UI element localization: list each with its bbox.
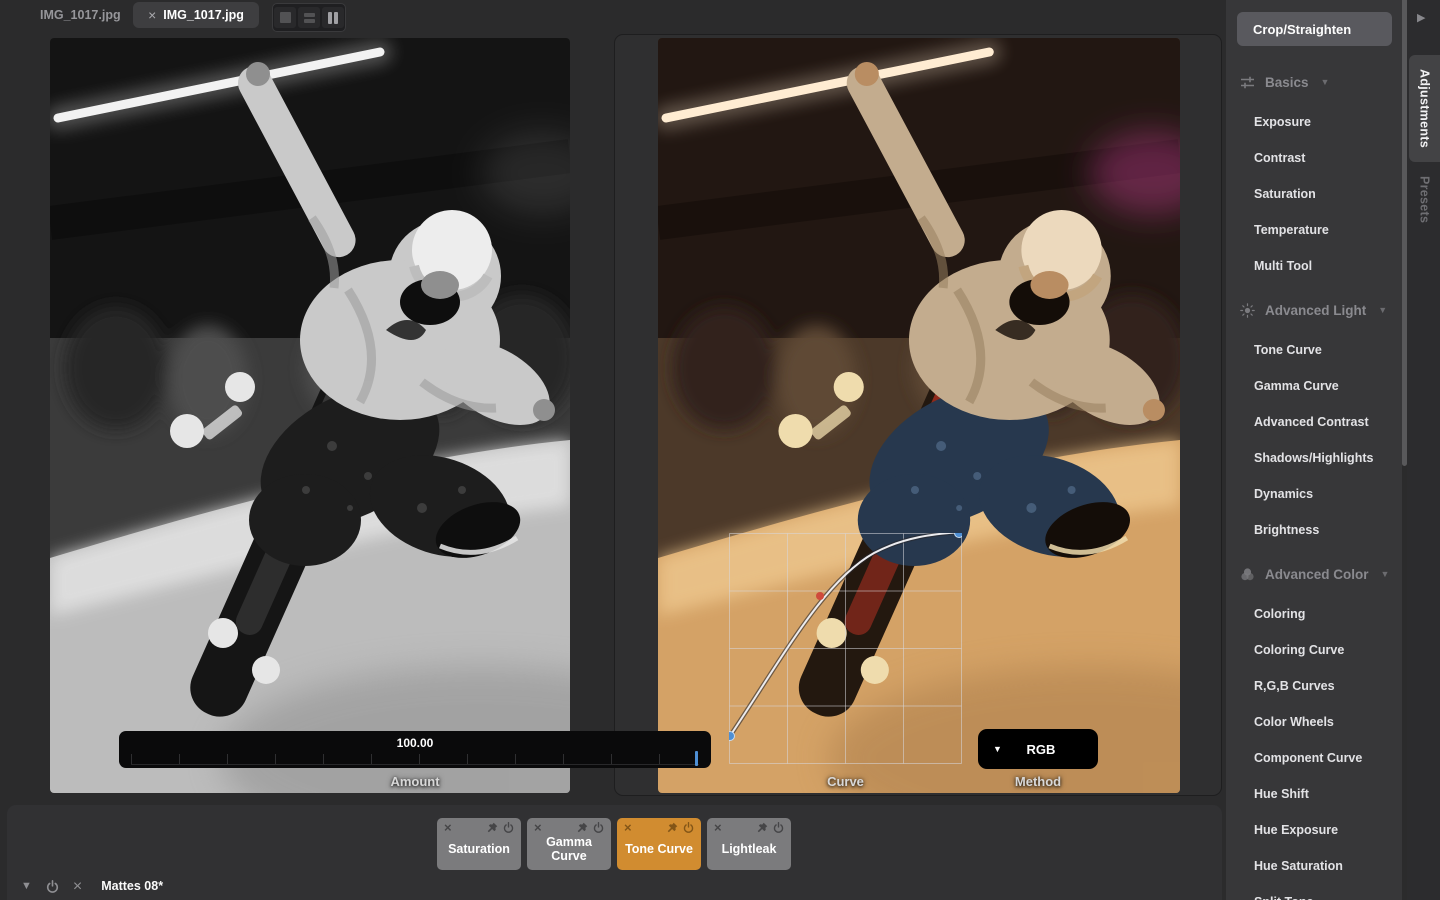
remove-filter-icon[interactable]: × — [624, 822, 632, 833]
sidebar-item-hue-saturation[interactable]: Hue Saturation — [1254, 858, 1402, 874]
preset-name: Mattes 08* — [101, 879, 163, 893]
pin-icon[interactable] — [577, 822, 588, 833]
sidebar-item-dynamics[interactable]: Dynamics — [1254, 486, 1402, 502]
pin-icon[interactable] — [667, 822, 678, 833]
filter-tiles: × Saturation × Gamma Curve × T — [437, 818, 791, 870]
tab-adjustments-label: Adjustments — [1418, 69, 1432, 148]
before-image — [50, 38, 570, 793]
sidebar-item-rgb-curves[interactable]: R,G,B Curves — [1254, 678, 1402, 694]
method-value: RGB — [1002, 742, 1080, 757]
sidebar-item-shadows-highlights[interactable]: Shadows/Highlights — [1254, 450, 1402, 466]
pin-icon[interactable] — [487, 822, 498, 833]
split-vertical-view-button[interactable] — [322, 7, 344, 28]
section-label: Advanced Color — [1265, 567, 1369, 582]
amount-slider[interactable]: 100.00 — [119, 731, 711, 768]
sidebar-item-brightness[interactable]: Brightness — [1254, 522, 1402, 538]
filter-tile-saturation[interactable]: × Saturation — [437, 818, 521, 870]
sidebar-item-advanced-contrast[interactable]: Advanced Contrast — [1254, 414, 1402, 430]
tab-presets-label: Presets — [1418, 176, 1432, 223]
remove-filter-icon[interactable]: × — [714, 822, 722, 833]
filter-tile-tone-curve[interactable]: × Tone Curve — [617, 818, 701, 870]
sidebar-item-color-wheels[interactable]: Color Wheels — [1254, 714, 1402, 730]
chevron-down-icon: ▼ — [993, 744, 1002, 754]
method-dropdown[interactable]: ▼ RGB — [978, 729, 1098, 769]
close-tab-icon[interactable]: × — [148, 8, 156, 22]
pin-icon[interactable] — [757, 822, 768, 833]
crop-straighten-button[interactable]: Crop/Straighten — [1237, 12, 1392, 46]
method-label: Method — [978, 774, 1098, 789]
tab-presets[interactable]: Presets — [1409, 170, 1440, 230]
power-icon[interactable] — [593, 822, 604, 833]
single-view-icon — [280, 12, 291, 23]
amount-marker[interactable] — [695, 751, 698, 766]
power-icon[interactable] — [773, 822, 784, 833]
chevron-down-icon: ▼ — [1319, 77, 1330, 87]
filter-tile-label: Lightleak — [714, 833, 784, 865]
power-icon[interactable] — [46, 880, 59, 893]
filter-tile-label: Gamma Curve — [534, 833, 604, 865]
tone-curve-editor[interactable] — [729, 533, 962, 765]
split-vertical-icon — [328, 12, 338, 24]
amount-label: Amount — [119, 774, 711, 789]
remove-filter-icon[interactable]: × — [444, 822, 452, 833]
adjustments-sidebar: Crop/Straighten Basics ▼ Exposure Contra… — [1226, 0, 1402, 900]
sidebar-item-coloring[interactable]: Coloring — [1254, 606, 1402, 622]
curve-point-shadow — [729, 732, 735, 741]
split-horizontal-icon — [304, 13, 315, 23]
curve-label: Curve — [729, 774, 962, 789]
sidebar-item-coloring-curve[interactable]: Coloring Curve — [1254, 642, 1402, 658]
sidebar-item-exposure[interactable]: Exposure — [1254, 114, 1402, 130]
chevron-down-icon: ▼ — [1376, 305, 1387, 315]
split-horizontal-view-button[interactable] — [298, 7, 320, 28]
sliders-icon — [1240, 75, 1255, 90]
amount-ruler — [131, 754, 699, 765]
sidebar-item-hue-exposure[interactable]: Hue Exposure — [1254, 822, 1402, 838]
active-tab[interactable]: × IMG_1017.jpg — [133, 2, 259, 28]
filter-tile-label: Tone Curve — [624, 833, 694, 865]
sidebar-item-gamma-curve[interactable]: Gamma Curve — [1254, 378, 1402, 394]
sidebar-item-temperature[interactable]: Temperature — [1254, 222, 1402, 238]
sidebar-item-split-tone[interactable]: Split Tone — [1254, 894, 1402, 900]
filter-tile-gamma-curve[interactable]: × Gamma Curve — [527, 818, 611, 870]
after-image — [658, 38, 1180, 793]
sidebar-item-hue-shift[interactable]: Hue Shift — [1254, 786, 1402, 802]
sidebar-item-contrast[interactable]: Contrast — [1254, 150, 1402, 166]
chevron-down-icon: ▼ — [1379, 569, 1390, 579]
sidebar-item-component-curve[interactable]: Component Curve — [1254, 750, 1402, 766]
collapse-panel-icon[interactable]: ▶ — [1417, 11, 1425, 24]
section-advanced-color[interactable]: Advanced Color ▼ — [1240, 566, 1402, 582]
curve-point-highlight — [955, 533, 963, 538]
after-pane — [614, 34, 1222, 796]
chevron-down-icon[interactable]: ▼ — [21, 880, 32, 892]
active-tab-label: IMG_1017.jpg — [163, 8, 244, 22]
single-view-button[interactable] — [274, 7, 296, 28]
close-icon[interactable]: × — [73, 880, 82, 893]
color-circles-icon — [1240, 567, 1255, 582]
filter-stack-bar: × Saturation × Gamma Curve × T — [7, 805, 1222, 900]
section-basics[interactable]: Basics ▼ — [1240, 74, 1402, 90]
section-label: Basics — [1265, 75, 1309, 90]
remove-filter-icon[interactable]: × — [534, 822, 542, 833]
power-icon[interactable] — [683, 822, 694, 833]
sun-icon — [1240, 303, 1255, 318]
filter-tile-label: Saturation — [444, 833, 514, 865]
background-tab[interactable]: IMG_1017.jpg — [40, 8, 121, 22]
tab-adjustments[interactable]: Adjustments — [1409, 55, 1440, 162]
amount-value: 100.00 — [119, 736, 711, 750]
section-label: Advanced Light — [1265, 303, 1366, 318]
sidebar-item-saturation[interactable]: Saturation — [1254, 186, 1402, 202]
curve-point-mid — [816, 592, 824, 600]
power-icon[interactable] — [503, 822, 514, 833]
section-advanced-light[interactable]: Advanced Light ▼ — [1240, 302, 1402, 318]
sidebar-item-multi-tool[interactable]: Multi Tool — [1254, 258, 1402, 274]
sidebar-item-tone-curve[interactable]: Tone Curve — [1254, 342, 1402, 358]
preset-controls: ▼ × Mattes 08* — [21, 879, 163, 893]
view-mode-group — [272, 3, 346, 32]
filter-tile-lightleak[interactable]: × Lightleak — [707, 818, 791, 870]
